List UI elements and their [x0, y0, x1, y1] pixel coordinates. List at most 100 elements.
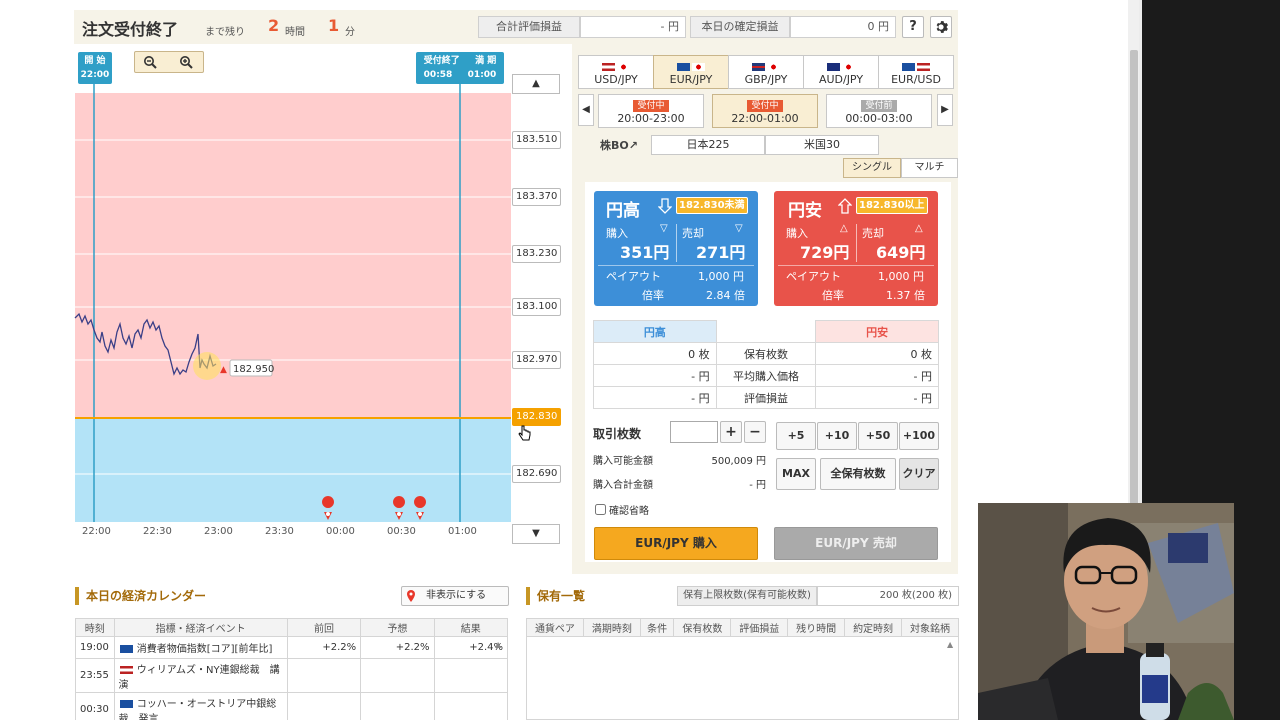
pair-tab-label: GBP/JPY	[744, 73, 788, 86]
chart-zone-lower	[75, 418, 511, 522]
calendar-event: ウィリアムズ・NY連銀総裁 講演	[118, 664, 280, 691]
stock-bo-link[interactable]: 株BO↗	[600, 137, 638, 153]
session-range: 22:00-01:00	[731, 112, 799, 125]
start-marker-time: 22:00	[80, 70, 110, 80]
qty-plus-button[interactable]: +	[720, 421, 742, 443]
stock-bo-us30[interactable]: 米国30	[765, 135, 879, 155]
minutes-unit: 分	[345, 27, 355, 38]
card-divider	[676, 224, 677, 262]
high-sell-price[interactable]: 271円	[696, 239, 745, 263]
price-chart[interactable]: ▲ 182.950 22:00 22:30 23:00 23:30 00:00 …	[74, 52, 562, 547]
qty-max-button[interactable]: MAX	[776, 458, 816, 490]
eval-pl-value: - 円	[580, 16, 686, 38]
session-status-badge: 受付中	[747, 100, 783, 112]
holdings-scroll-up-icon[interactable]: ▲	[947, 640, 953, 649]
zoom-in-button[interactable]	[176, 53, 196, 71]
position-head-high: 円高	[593, 320, 717, 343]
qty-clear-button[interactable]: クリア	[899, 458, 939, 490]
pair-tab-label: AUD/JPY	[818, 73, 864, 86]
stock-bo-nikkei[interactable]: 日本225	[651, 135, 765, 155]
qty-plus50-button[interactable]: +50	[858, 422, 898, 450]
low-buy-price[interactable]: 729円	[800, 239, 849, 263]
pair-tab-usdjpy[interactable]: USD/JPY	[578, 55, 654, 89]
position-cell: - 円	[815, 364, 939, 387]
jp-flag-icon	[617, 63, 630, 71]
x-tick-label: 23:30	[265, 526, 294, 537]
position-cell: 0 枚	[593, 342, 717, 365]
scale-label: 182.970	[512, 351, 562, 369]
calendar-event-cell: コッハー・オーストリア中銀総裁 発言	[113, 692, 288, 720]
high-payout-value: 1,000 円	[698, 270, 744, 283]
x-tick-label: 22:30	[143, 526, 172, 537]
session-range: 20:00-23:00	[617, 112, 685, 125]
sell-button[interactable]: EUR/JPY 売却	[774, 527, 938, 560]
mode-single-tab[interactable]: シングル	[843, 158, 901, 178]
avail-amount-label: 購入可能金額	[593, 456, 653, 467]
session-item[interactable]: 受付前 00:00-03:00	[826, 94, 932, 128]
scale-down-button[interactable]: ▼	[512, 524, 560, 544]
minutes-value: 1	[328, 16, 340, 35]
settings-button[interactable]	[930, 16, 952, 38]
session-prev-button[interactable]: ◀	[578, 94, 594, 126]
buy-button[interactable]: EUR/JPY 購入	[594, 527, 758, 560]
pair-tab-eurjpy[interactable]: EUR/JPY	[653, 55, 729, 89]
high-payout-label: ペイアウト	[606, 270, 661, 283]
calendar-result	[433, 692, 509, 720]
us-flag-icon	[119, 665, 133, 674]
holdings-title: 保有一覧	[526, 587, 585, 605]
help-button[interactable]: ?	[902, 16, 924, 38]
up-arrow-icon	[838, 198, 852, 214]
x-tick-label: 00:00	[326, 526, 355, 537]
total-amount-label: 購入合計金額	[593, 480, 653, 491]
calendar-scroll-up-icon[interactable]: ▲	[495, 640, 501, 649]
qty-plus5-button[interactable]: +5	[776, 422, 816, 450]
holdings-limit-label: 保有上限枚数(保有可能枚数)	[677, 586, 817, 606]
pin-icon	[407, 590, 415, 602]
high-card[interactable]: 円高 182.830未満 購入 ▽ 351円 売却 ▽ 271円 ペイアウト 1…	[594, 191, 758, 306]
holdings-limit-value: 200 枚(200 枚)	[817, 586, 959, 606]
calendar-forecast	[360, 692, 435, 720]
calendar-table: 時刻 指標・経済イベント 前回 予想 結果 19:00 消費者物価指数[コア][…	[75, 618, 509, 720]
position-cell: - 円	[593, 386, 717, 409]
qty-all-holdings-button[interactable]: 全保有枚数	[820, 458, 896, 490]
mode-multi-tab[interactable]: マルチ	[901, 158, 958, 178]
stock-bo-label: 株BO	[600, 139, 629, 152]
calendar-forecast: +2.2%	[360, 636, 435, 659]
pair-tab-eurusd[interactable]: EUR/USD	[878, 55, 954, 89]
session-status-badge: 受付中	[633, 100, 669, 112]
eu-flag-icon	[677, 63, 690, 71]
calendar-forecast	[360, 658, 435, 693]
eu-flag-icon	[119, 645, 133, 653]
session-next-button[interactable]: ▶	[937, 94, 953, 126]
table-row: 19:00 消費者物価指数[コア][前年比] +2.2% +2.2% +2.4%	[75, 636, 509, 659]
down-arrow-icon	[658, 198, 672, 214]
high-buy-price[interactable]: 351円	[620, 239, 669, 263]
qty-input[interactable]	[670, 421, 718, 443]
low-card[interactable]: 円安 182.830以上 購入 △ 729円 売却 △ 649円 ペイアウト 1…	[774, 191, 938, 306]
eval-pl-label: 合計評価損益	[478, 16, 580, 38]
position-head-spacer	[715, 320, 817, 343]
calendar-hide-button[interactable]: 非表示にする	[401, 586, 509, 606]
low-card-title: 円安	[788, 201, 822, 221]
low-payout-label: ペイアウト	[786, 270, 841, 283]
marker-pin-dot	[326, 512, 330, 516]
calendar-prev	[286, 692, 362, 720]
qty-plus100-button[interactable]: +100	[899, 422, 939, 450]
pair-tab-audjpy[interactable]: AUD/JPY	[803, 55, 879, 89]
scale-label: 183.100	[512, 298, 562, 316]
pair-tab-gbpjpy[interactable]: GBP/JPY	[728, 55, 804, 89]
session-item[interactable]: 受付中 20:00-23:00	[598, 94, 704, 128]
scale-up-button[interactable]: ▲	[512, 74, 560, 94]
au-flag-icon	[827, 63, 840, 71]
confirm-skip-option[interactable]: 確認省略	[595, 502, 649, 517]
low-sell-price[interactable]: 649円	[876, 239, 925, 263]
zoom-out-button[interactable]	[140, 53, 160, 71]
total-amount-value: - 円	[749, 480, 766, 491]
qty-plus10-button[interactable]: +10	[817, 422, 857, 450]
calendar-header: 指標・経済イベント	[113, 618, 288, 637]
session-item-active[interactable]: 受付中 22:00-01:00	[712, 94, 818, 128]
qty-minus-button[interactable]: −	[744, 421, 766, 443]
confirm-skip-checkbox[interactable]	[595, 504, 606, 515]
scrollbar-thumb[interactable]	[1130, 50, 1138, 520]
holdings-header: 条件	[639, 618, 675, 637]
